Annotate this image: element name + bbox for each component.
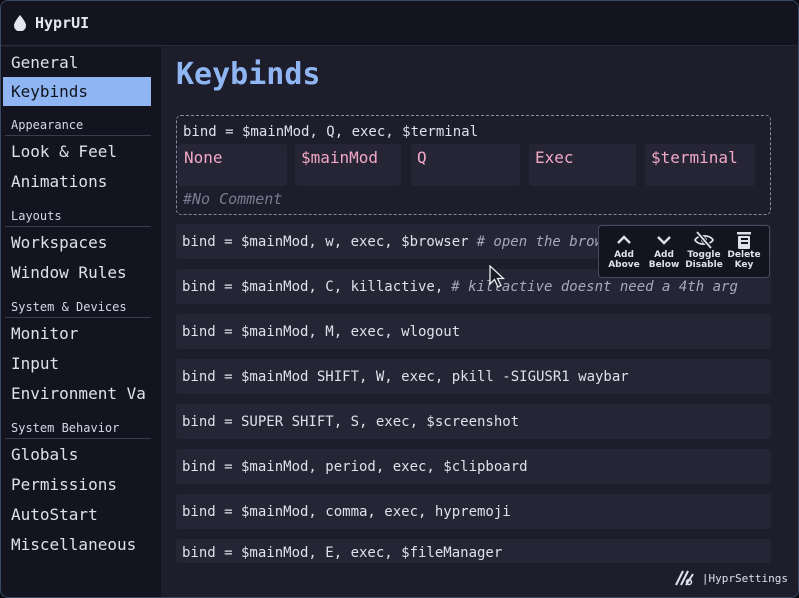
sidebar: General Keybinds Appearance Look & Feel … <box>1 47 161 597</box>
sidebar-item-animations[interactable]: Animations <box>3 167 151 196</box>
section-divider <box>5 135 151 136</box>
section-title-appearance: Appearance <box>11 118 84 132</box>
keybind-context-menu: Add Above Add Below Toggle Disable Delet… <box>598 225 770 278</box>
keybind-text: bind = $mainMod, E, exec, $fileManager <box>182 545 503 561</box>
keybind-text: bind = $mainMod, C, killactive, <box>182 278 444 295</box>
add-below-button[interactable]: Add Below <box>644 230 684 276</box>
footer-label: |HyprSettings <box>701 571 788 585</box>
keybind-row[interactable]: bind = $mainMod, E, exec, $fileManager <box>176 539 771 563</box>
app-title: HyprUI <box>35 14 90 32</box>
keybind-text: bind = $mainMod, comma, exec, hypremoji <box>182 503 511 520</box>
section-title-system-behavior: System Behavior <box>11 421 120 435</box>
sidebar-item-general[interactable]: General <box>3 48 151 77</box>
section-title-layouts: Layouts <box>11 209 62 223</box>
mouse-pointer-icon <box>489 265 505 288</box>
sidebar-item-monitor[interactable]: Monitor <box>3 319 151 348</box>
sidebar-item-keybinds[interactable]: Keybinds <box>3 77 151 106</box>
keybind-type-field[interactable]: None <box>178 144 287 186</box>
sidebar-item-window-rules[interactable]: Window Rules <box>3 258 151 287</box>
titlebar: HyprUI <box>1 1 798 46</box>
keybind-row[interactable]: bind = $mainMod, comma, exec, hypremoji <box>176 494 771 529</box>
sidebar-item-autostart[interactable]: AutoStart <box>3 500 151 529</box>
keybind-text: bind = SUPER SHIFT, S, exec, $screenshot <box>182 413 520 430</box>
keybind-text: bind = $mainMod SHIFT, W, exec, pkill -S… <box>182 368 629 385</box>
keybind-raw-line: bind = $mainMod, Q, exec, $terminal <box>183 124 479 140</box>
sidebar-item-globals[interactable]: Globals <box>3 440 151 469</box>
keybind-dispatcher-field[interactable]: Exec <box>529 144 636 186</box>
add-below-label: Add <box>654 250 674 260</box>
hyprsettings-logo-icon <box>675 570 694 586</box>
keybind-row[interactable]: bind = $mainMod SHIFT, W, exec, pkill -S… <box>176 359 771 394</box>
section-divider <box>5 226 151 227</box>
toggle-disable-label: Disable <box>685 260 723 270</box>
delete-key-label: Delete <box>727 250 761 260</box>
keybind-argument-field[interactable]: $terminal <box>645 144 755 186</box>
keybind-row[interactable]: bind = $mainMod, M, exec, wlogout <box>176 314 771 349</box>
sidebar-item-environment-variables[interactable]: Environment Va <box>3 379 151 408</box>
sidebar-item-workspaces[interactable]: Workspaces <box>3 228 151 257</box>
keybind-row[interactable]: bind = SUPER SHIFT, S, exec, $screenshot <box>176 404 771 439</box>
keybind-text: bind = $mainMod, w, exec, $browser <box>182 233 469 250</box>
sidebar-item-look-feel[interactable]: Look & Feel <box>3 137 151 166</box>
add-above-button[interactable]: Add Above <box>604 230 644 276</box>
chevron-down-icon <box>657 236 671 245</box>
sidebar-item-input[interactable]: Input <box>3 349 151 378</box>
keybind-text: bind = $mainMod, M, exec, wlogout <box>182 323 461 340</box>
keybind-modifier-field[interactable]: $mainMod <box>295 144 401 186</box>
trash-icon <box>737 232 751 249</box>
app-window: HyprUI General Keybinds Appearance Look … <box>0 0 799 598</box>
droplet-icon <box>14 15 26 31</box>
keybind-key-field[interactable]: Q <box>411 144 520 186</box>
delete-key-label: Key <box>734 260 754 270</box>
keybind-row[interactable]: bind = $mainMod, period, exec, $clipboar… <box>176 449 771 484</box>
add-above-label: Add <box>614 250 634 260</box>
toggle-disable-button[interactable]: Toggle Disable <box>684 230 724 276</box>
keybind-text: bind = $mainMod, period, exec, $clipboar… <box>182 458 528 475</box>
eye-off-icon <box>694 230 714 250</box>
add-below-label: Below <box>648 260 680 270</box>
main-content: Keybinds bind = $mainMod, Q, exec, $term… <box>161 47 798 597</box>
add-above-label: Above <box>608 260 640 270</box>
delete-key-button[interactable]: Delete Key <box>724 230 764 276</box>
section-title-system-devices: System & Devices <box>11 300 127 314</box>
sidebar-item-permissions[interactable]: Permissions <box>3 470 151 499</box>
toggle-disable-label: Toggle <box>687 250 721 260</box>
footer: |HyprSettings <box>674 569 788 587</box>
chevron-up-icon <box>617 235 631 244</box>
section-divider <box>5 317 151 318</box>
expanded-keybind-editor: bind = $mainMod, Q, exec, $terminal None… <box>176 115 771 215</box>
keybind-comment-field[interactable]: #No Comment <box>183 190 282 208</box>
section-divider <box>5 438 151 439</box>
sidebar-item-miscellaneous[interactable]: Miscellaneous <box>3 530 151 559</box>
page-title: Keybinds <box>176 57 321 92</box>
